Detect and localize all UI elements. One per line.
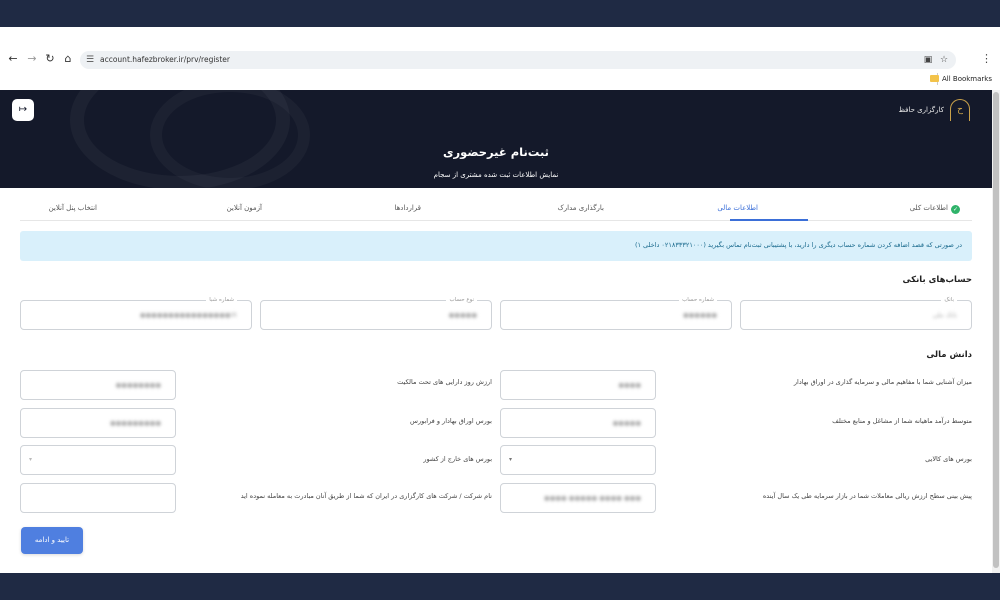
tab-label: اطلاعات کلی [909, 204, 948, 212]
field-value: بانک ملی [932, 311, 957, 319]
folder-icon [929, 75, 939, 82]
monthly-income-input[interactable]: ●●●●● [500, 408, 656, 438]
page-subtitle: نمایش اطلاعات ثبت شده مشتری از سجام [433, 171, 559, 179]
field-value: ●●●●●● [682, 311, 717, 319]
all-bookmarks-link[interactable]: All Bookmarks [929, 74, 992, 84]
tab-online-exam[interactable]: آزمون آنلاین [227, 204, 262, 212]
brokerage-names-input[interactable] [20, 483, 176, 513]
question-label: بورس های کالایی [925, 455, 972, 463]
chevron-down-icon: ▾ [509, 456, 513, 463]
field-value: ●●●●● [612, 419, 641, 427]
question-label: ارزش روز دارایی های تحت مالکیت [397, 378, 492, 386]
financial-knowledge-title: دانش مالی [926, 350, 972, 360]
question-label: پیش بینی سطح ارزش ریالی معاملات شما در ب… [762, 492, 972, 500]
page-scrollbar[interactable] [992, 90, 1000, 573]
browser-window: ← → ↻ ⌂ ☰ account.hafezbroker.ir/prv/reg… [0, 27, 1000, 573]
field-value: ●●●●●●●●● [109, 419, 161, 427]
stock-exchange-input[interactable]: ●●●●●●●●● [20, 408, 176, 438]
question-label: نام شرکت / شرکت های کارگزاری در ایران که… [240, 492, 492, 500]
forward-icon[interactable]: → [25, 52, 39, 66]
field-value: ●●●●●●●● [115, 381, 161, 389]
scrollbar-thumb[interactable] [993, 92, 999, 568]
registration-steps: اطلاعات کلی ✓ اطلاعات مالی بارگذاری مدارک… [20, 197, 972, 221]
trade-value-forecast-input[interactable]: ●●● ●●●● ●●●●● ●●●● [500, 483, 656, 513]
field-label: شماره شبا [206, 296, 237, 305]
bank-accounts-title: حساب‌های بانکی [902, 275, 972, 285]
bookmark-star-icon[interactable]: ☆ [938, 54, 950, 66]
brand: کارگزاری حافظ ح [898, 99, 970, 121]
logout-icon: ↦ [18, 104, 28, 115]
financial-literacy-input[interactable]: ●●●● [500, 370, 656, 400]
tab-documents-upload[interactable]: بارگذاری مدارک [557, 204, 604, 212]
field-value: IR●●●●●●●●●●●●●●●● [139, 311, 237, 319]
account-type-field[interactable]: نوع حساب ●●●●● [260, 296, 492, 330]
field-value: ●●● ●●●● ●●●●● ●●●● [544, 494, 641, 502]
home-icon[interactable]: ⌂ [61, 52, 75, 66]
tab-financial-info[interactable]: اطلاعات مالی [717, 204, 758, 212]
logout-button[interactable]: ↦ [12, 99, 34, 121]
question-label: بورس اوراق بهادار و فرابورس [410, 417, 492, 425]
alert-text: در صورتی که قصد اضافه کردن شماره حساب دی… [634, 241, 962, 249]
question-label: میزان آشنایی شما با مفاهیم مالی و سرمایه… [793, 378, 972, 386]
question-label: بورس های خارج از کشور [423, 455, 492, 463]
browser-toolbar: ← → ↻ ⌂ ☰ account.hafezbroker.ir/prv/reg… [0, 27, 1000, 91]
account-number-field[interactable]: شماره حساب ●●●●●● [500, 296, 732, 330]
question-label: متوسط درآمد ماهیانه شما از مشاغل و منابع… [832, 417, 972, 425]
confirm-continue-button[interactable]: تایید و ادامه [21, 527, 83, 554]
all-bookmarks-label: All Bookmarks [941, 75, 992, 83]
tab-general-info[interactable]: اطلاعات کلی ✓ [910, 204, 960, 214]
field-value: ●●●●● [448, 311, 477, 319]
install-app-icon[interactable]: ▣ [922, 54, 934, 66]
tab-online-panel[interactable]: انتخاب پنل آنلاین [49, 204, 97, 212]
address-bar[interactable]: ☰ account.hafezbroker.ir/prv/register ▣ … [80, 51, 956, 69]
tab-contracts[interactable]: قراردادها [394, 204, 421, 212]
sheba-number-field[interactable]: شماره شبا IR●●●●●●●●●●●●●●●● [20, 296, 252, 330]
field-label: نوع حساب [446, 296, 477, 305]
site-settings-icon[interactable]: ☰ [86, 54, 96, 66]
foreign-exchange-select[interactable]: ▾ [20, 445, 176, 475]
brand-logo-icon: ح [950, 99, 970, 121]
field-label: شماره حساب [679, 296, 717, 305]
back-icon[interactable]: ← [6, 52, 20, 66]
info-alert: در صورتی که قصد اضافه کردن شماره حساب دی… [20, 231, 972, 261]
bank-field[interactable]: بانک بانک ملی [740, 296, 972, 330]
commodity-exchange-select[interactable]: ▾ [500, 445, 656, 475]
field-label: بانک [941, 296, 957, 305]
reload-icon[interactable]: ↻ [43, 52, 57, 66]
check-icon: ✓ [951, 205, 960, 214]
active-tab-indicator [730, 219, 808, 221]
page-title: ثبت‌نام غیرحضوری [443, 145, 549, 159]
brand-name: کارگزاری حافظ [898, 106, 944, 114]
url-text[interactable]: account.hafezbroker.ir/prv/register [100, 53, 230, 67]
chevron-down-icon: ▾ [29, 456, 33, 463]
page-header: ↦ کارگزاری حافظ ح ثبت‌نام غیرحضوری نمایش… [0, 90, 992, 188]
assets-value-input[interactable]: ●●●●●●●● [20, 370, 176, 400]
field-value: ●●●● [618, 381, 641, 389]
browser-menu-icon[interactable]: ⋮ [981, 53, 992, 65]
